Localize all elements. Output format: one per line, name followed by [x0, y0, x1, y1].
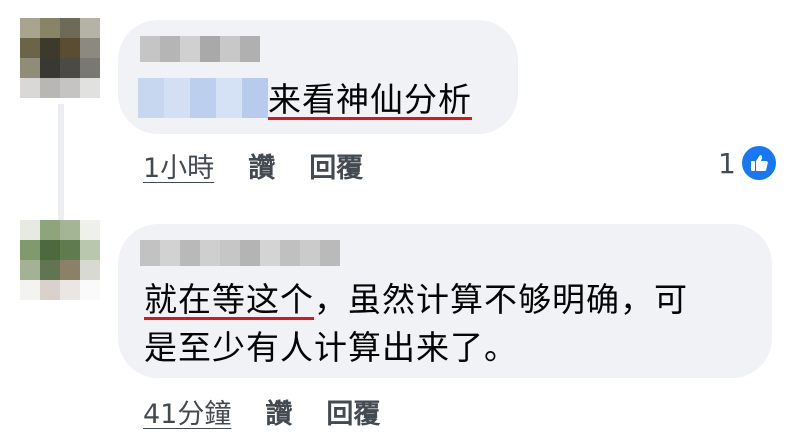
- reaction-summary[interactable]: 1: [718, 146, 776, 180]
- comment-bubble: 来看神仙分析: [118, 20, 518, 134]
- reply-button[interactable]: 回覆: [309, 146, 363, 185]
- comment-text: 来看神仙分析: [268, 76, 472, 124]
- thumbs-up-icon: [741, 146, 776, 180]
- comment-text-line-1: 就在等这个，虽然计算不够明确，可: [144, 276, 688, 324]
- author-name[interactable]: [140, 240, 340, 266]
- comment-actions: 1小時 讚 回覆: [143, 146, 363, 185]
- comment-actions: 41分鐘 讚 回覆: [143, 392, 380, 431]
- underlined-phrase: 就在等这个: [144, 280, 314, 319]
- timestamp-link[interactable]: 41分鐘: [143, 392, 231, 431]
- comment-bubble: 就在等这个，虽然计算不够明确，可 是至少有人计算出来了。: [118, 224, 772, 378]
- mention-tag[interactable]: [138, 78, 268, 118]
- author-name[interactable]: [140, 36, 260, 62]
- thread-line: [58, 104, 64, 224]
- reaction-count: 1: [718, 146, 736, 180]
- underlined-phrase: 来看神仙分析: [268, 80, 472, 119]
- like-button[interactable]: 讚: [248, 146, 275, 185]
- like-button[interactable]: 讚: [265, 392, 292, 431]
- avatar[interactable]: [20, 220, 100, 300]
- reply-button[interactable]: 回覆: [326, 392, 380, 431]
- timestamp-link[interactable]: 1小時: [143, 146, 214, 185]
- comment-text-line-2: 是至少有人计算出来了。: [144, 328, 518, 367]
- avatar[interactable]: [20, 18, 100, 98]
- comment-text-rest: ，虽然计算不够明确，可: [314, 280, 688, 319]
